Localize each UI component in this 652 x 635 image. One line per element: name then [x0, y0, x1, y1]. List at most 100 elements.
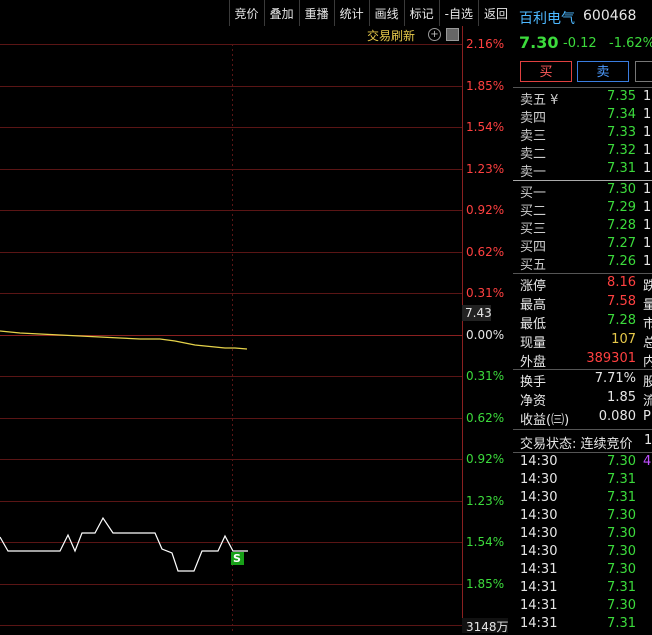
- tick-price: 7.31: [607, 490, 636, 505]
- tick-price: 7.30: [607, 562, 636, 577]
- price-line: [0, 330, 248, 350]
- ask-row[interactable]: 卖一 7.31 1: [513, 161, 652, 180]
- axis-tick-label: 1.54%: [466, 535, 505, 549]
- tick-row[interactable]: 14:30 7.31: [513, 490, 652, 508]
- stat-row: 最高 7.58 量: [513, 294, 652, 313]
- divider: [513, 369, 652, 370]
- axis-tick-label: 0.62%: [466, 411, 505, 425]
- bid-volume-stub: 1: [643, 200, 652, 215]
- bid-row[interactable]: 买四 7.27 1: [513, 236, 652, 255]
- stat-value: 7.28: [607, 313, 636, 328]
- axis-tick-label: 0.00%: [466, 328, 505, 342]
- ask-label: 卖五 ¥: [520, 93, 559, 108]
- stat-label: 最高: [520, 298, 547, 313]
- stat-right-label: 量: [643, 298, 652, 313]
- ask-label: 卖一: [520, 165, 547, 180]
- stat-right-label: 流: [643, 394, 652, 409]
- bid-row[interactable]: 买三 7.28 1: [513, 218, 652, 237]
- axis-tick-label: 2.16%: [466, 37, 505, 51]
- divider: [513, 180, 652, 181]
- bid-row[interactable]: 买二 7.29 1: [513, 200, 652, 219]
- stat-right-label: 内: [643, 355, 652, 370]
- stat-label: 现量: [520, 336, 547, 351]
- tick-time: 14:31: [520, 616, 558, 631]
- bid-row[interactable]: 买五 7.26 1: [513, 254, 652, 273]
- sell-button[interactable]: 卖: [577, 61, 629, 82]
- ask-row[interactable]: 卖三 7.33 1: [513, 125, 652, 144]
- stat-label: 换手: [520, 375, 547, 390]
- ask-price: 7.32: [607, 143, 636, 158]
- tick-time: 14:30: [520, 472, 558, 487]
- tick-price: 7.31: [607, 616, 636, 631]
- stat-right-label: 总: [643, 336, 652, 351]
- stat-value: 1.85: [607, 390, 636, 405]
- ask-volume-stub: 1: [643, 143, 652, 158]
- tick-time: 14:30: [520, 454, 558, 469]
- intraday-chart[interactable]: 竞价 叠加 重播 统计 画线 标记 -自选 返回 交易刷新 + 2.16% 1.…: [0, 0, 513, 634]
- ask-row[interactable]: 卖二 7.32 1: [513, 143, 652, 162]
- axis-tick-label: 0.31%: [466, 286, 505, 300]
- bid-label: 买二: [520, 204, 547, 219]
- ask-label: 卖二: [520, 147, 547, 162]
- chart-canvas: [0, 26, 508, 633]
- bid-label: 买三: [520, 222, 547, 237]
- stat-row: 现量 107 总: [513, 332, 652, 351]
- stat-label: 涨停: [520, 279, 547, 294]
- tick-row[interactable]: 14:31 7.31: [513, 580, 652, 598]
- tick-time: 14:31: [520, 562, 558, 577]
- signal-badge: S: [233, 552, 241, 565]
- current-price: 7.30: [519, 33, 559, 52]
- tick-row[interactable]: 14:30 7.31: [513, 472, 652, 490]
- axis-tick-label: 1.23%: [466, 162, 505, 176]
- tick-extra: 4: [643, 454, 652, 469]
- bid-price: 7.27: [607, 236, 636, 251]
- tick-time: 14:30: [520, 526, 558, 541]
- tick-price: 7.30: [607, 544, 636, 559]
- stat-row: 最低 7.28 市: [513, 313, 652, 332]
- tick-time: 14:30: [520, 544, 558, 559]
- stat-right-label: 跌: [643, 279, 652, 294]
- tick-price: 7.31: [607, 580, 636, 595]
- buy-button[interactable]: 买: [520, 61, 572, 82]
- tick-row[interactable]: 14:31 7.30: [513, 598, 652, 616]
- volume-label: 3148万: [466, 620, 509, 634]
- bid-price: 7.28: [607, 218, 636, 233]
- tick-row[interactable]: 14:30 7.30: [513, 508, 652, 526]
- ask-label: 卖四: [520, 111, 547, 126]
- tick-price: 7.30: [607, 454, 636, 469]
- stock-name: 百利电气: [519, 11, 575, 27]
- stat-row: 外盘 389301 内: [513, 351, 652, 370]
- tick-row[interactable]: 14:31 7.31: [513, 616, 652, 634]
- chart-grid: [0, 44, 462, 633]
- tick-time: 14:31: [520, 598, 558, 613]
- more-button[interactable]: [635, 61, 652, 82]
- stat-value: 8.16: [607, 275, 636, 290]
- stat-value: 7.71%: [594, 371, 636, 386]
- ask-row[interactable]: 卖五 ¥ 7.35 1: [513, 89, 652, 108]
- tick-row[interactable]: 14:31 7.30: [513, 562, 652, 580]
- ask-label: 卖三: [520, 129, 547, 144]
- ask-volume-stub: 1: [643, 161, 652, 176]
- bid-volume-stub: 1: [643, 254, 652, 269]
- bid-row[interactable]: 买一 7.30 1: [513, 182, 652, 201]
- axis-tick-label: 1.85%: [466, 577, 505, 591]
- ask-volume-stub: 1: [643, 89, 652, 104]
- price-change-pct: -1.62%: [609, 36, 652, 51]
- tick-price: 7.30: [607, 508, 636, 523]
- tick-row[interactable]: 14:30 7.30: [513, 544, 652, 562]
- axis-tick-label: 1.85%: [466, 79, 505, 93]
- tick-time: 14:31: [520, 580, 558, 595]
- divider: [513, 429, 652, 430]
- quote-panel: 百利电气 600468 7.30 -0.12 -1.62% 买 卖 卖五 ¥ 7.…: [513, 0, 652, 633]
- bid-volume-stub: 1: [643, 218, 652, 233]
- stat-right-label: 股: [643, 375, 652, 390]
- stat-value: 107: [611, 332, 636, 347]
- stat-row: 收益(㈢) 0.080 PE: [513, 409, 652, 428]
- axis-tick-label: 0.92%: [466, 452, 505, 466]
- tick-row[interactable]: 14:30 7.30: [513, 526, 652, 544]
- ask-row[interactable]: 卖四 7.34 1: [513, 107, 652, 126]
- bid-label: 买五: [520, 258, 547, 273]
- stat-row: 净资 1.85 流: [513, 390, 652, 409]
- tick-row[interactable]: 14:30 7.30 4: [513, 454, 652, 472]
- stat-value: 0.080: [598, 409, 636, 424]
